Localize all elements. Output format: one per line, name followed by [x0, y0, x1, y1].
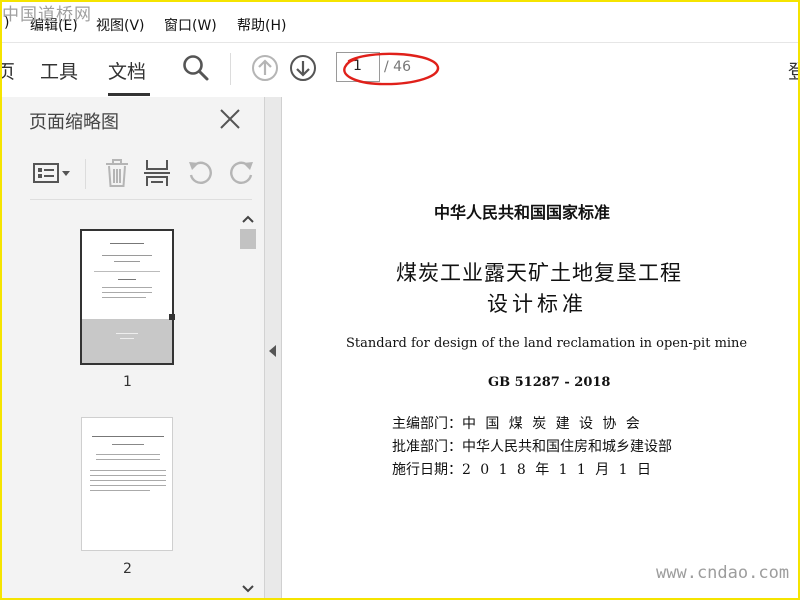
- document-title-line-1: 煤炭工业露天矿土地复垦工程: [396, 261, 682, 285]
- chevron-up-icon[interactable]: [241, 209, 255, 228]
- page-up-icon[interactable]: [251, 54, 279, 86]
- tab-home-cut[interactable]: 页: [2, 57, 15, 84]
- thumb-text-line: [92, 436, 164, 437]
- delete-icon[interactable]: [104, 158, 130, 192]
- search-icon[interactable]: [182, 54, 210, 86]
- page-thumbnail-2[interactable]: [81, 417, 173, 551]
- insert-page-icon[interactable]: [143, 158, 173, 192]
- field-value: 2018年11月1日: [462, 462, 661, 478]
- chevron-down-icon[interactable]: [241, 579, 255, 598]
- redo-icon[interactable]: [228, 159, 256, 191]
- thumbnail-page-number-2: 2: [123, 561, 132, 577]
- panel-splitter[interactable]: [265, 97, 282, 598]
- thumb-text-line: [114, 261, 140, 262]
- tab-tools[interactable]: 工具: [40, 57, 78, 84]
- thumb-text-line: [90, 485, 166, 486]
- resize-handle[interactable]: [169, 314, 175, 320]
- document-english-title: Standard for design of the land reclamat…: [346, 336, 748, 351]
- field-value: 中华人民共和国住房和城乡建设部: [462, 439, 672, 455]
- document-field-approver: 批准部门：中华人民共和国住房和城乡建设部: [392, 436, 672, 456]
- menu-bar: ) 编辑(E) 视图(V) 窗口(W) 帮助(H) 中国道桥网: [2, 2, 798, 42]
- thumb-text-line: [90, 490, 150, 491]
- page-down-icon[interactable]: [289, 54, 317, 86]
- thumbnail-scrollbar[interactable]: [238, 207, 258, 595]
- thumb-page-bottom-shade: [82, 319, 172, 363]
- panel-title: 页面缩略图: [29, 112, 119, 133]
- thumb-text-line: [90, 470, 166, 471]
- watermark-logo: 中国道桥网: [2, 5, 92, 25]
- toolbar-divider: [230, 53, 231, 85]
- field-label: 主编部门：: [392, 416, 462, 432]
- thumb-text-line: [112, 444, 144, 445]
- page-thumbnails-panel: 页面缩略图 1 2: [2, 97, 265, 598]
- thumb-text-line: [102, 255, 152, 256]
- menu-item-help[interactable]: 帮助(H): [237, 15, 286, 35]
- tab-document[interactable]: 文档: [108, 57, 146, 84]
- document-field-effective-date: 施行日期：2018年11月1日: [392, 459, 660, 479]
- thumb-text-line: [102, 287, 152, 288]
- document-title-line-2: 设计标准: [487, 292, 587, 316]
- red-circle-annotation: [340, 51, 444, 91]
- thumb-text-line: [102, 297, 146, 298]
- thumbnail-page-number-1: 1: [123, 374, 132, 390]
- document-standard-code: GB 51287 - 2018: [488, 375, 611, 390]
- thumb-text-line: [96, 459, 160, 460]
- active-tab-indicator: [108, 93, 150, 96]
- thumb-text-line: [110, 243, 144, 244]
- close-icon[interactable]: [219, 108, 241, 134]
- menu-item-window[interactable]: 窗口(W): [164, 15, 217, 35]
- thumb-text-line: [102, 292, 152, 293]
- scrollbar-thumb[interactable]: [240, 229, 256, 249]
- collapse-panel-icon[interactable]: [269, 342, 277, 361]
- document-field-editor: 主编部门：中国煤炭建设协会: [392, 413, 649, 433]
- thumb-text-line: [120, 338, 134, 339]
- undo-icon[interactable]: [186, 159, 214, 191]
- watermark-url: www.cndao.com: [656, 563, 790, 583]
- thumb-text-line: [94, 271, 160, 272]
- page-thumbnail-1[interactable]: [80, 229, 175, 365]
- panel-toolbar-divider: [85, 159, 86, 189]
- field-label: 施行日期：: [392, 462, 462, 478]
- thumb-text-line: [90, 475, 166, 476]
- sign-in-button-cut[interactable]: 登: [788, 57, 798, 84]
- thumb-text-line: [118, 279, 136, 280]
- field-value: 中国煤炭建设协会: [462, 416, 650, 432]
- thumb-text-line: [96, 454, 160, 455]
- thumb-text-line: [90, 480, 166, 481]
- toolbar: 页 工具 文档 1 / 46 登: [2, 42, 798, 98]
- thumb-text-line: [116, 333, 138, 334]
- menu-item-view[interactable]: 视图(V): [96, 15, 145, 35]
- options-menu-icon[interactable]: [32, 161, 72, 189]
- document-page[interactable]: 中华人民共和国国家标准 煤炭工业露天矿土地复垦工程 设计标准 Standard …: [282, 97, 798, 598]
- document-heading: 中华人民共和国国家标准: [434, 203, 611, 222]
- field-label: 批准部门：: [392, 439, 462, 455]
- panel-separator: [30, 199, 252, 200]
- app-window: ) 编辑(E) 视图(V) 窗口(W) 帮助(H) 中国道桥网 页 工具 文档 …: [0, 0, 800, 600]
